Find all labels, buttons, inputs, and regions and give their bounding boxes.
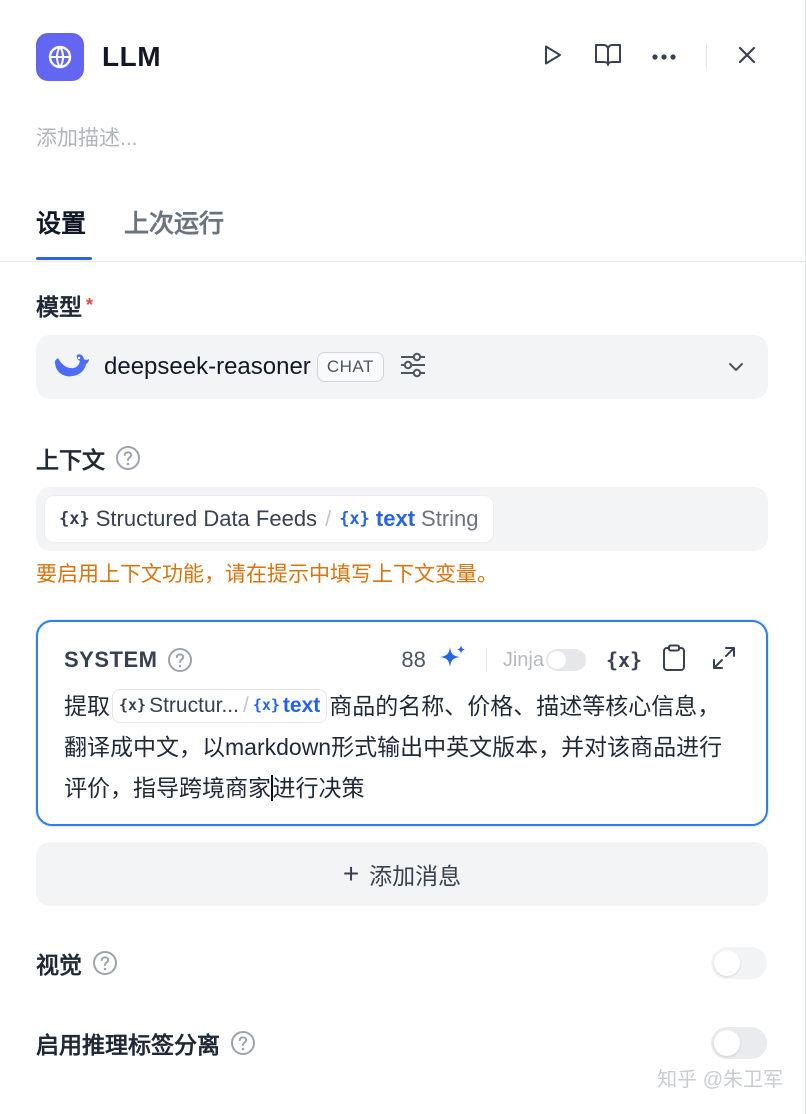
tab-last-run[interactable]: 上次运行: [124, 204, 224, 240]
header-divider: [706, 44, 707, 70]
vision-toggle[interactable]: [711, 947, 767, 979]
chip-variable-name: text: [282, 694, 321, 718]
sparkle-icon: [438, 643, 468, 678]
model-selector[interactable]: deepseek-reasoner CHAT: [36, 335, 768, 399]
prompt-text-before: 提取: [64, 693, 110, 719]
token-count: 88: [401, 647, 426, 672]
tab-settings[interactable]: 设置: [36, 204, 86, 240]
close-button[interactable]: [725, 35, 769, 79]
chip-separator: /: [325, 506, 332, 531]
more-button[interactable]: [642, 35, 686, 79]
system-prompt-text[interactable]: 提取 {x} Structur... / {x} text 商品的名称、价格、描述等核心信息…: [64, 686, 740, 809]
active-tab-indicator: [36, 257, 92, 260]
prompt-toolbar: 88 Jinja {x}: [401, 644, 740, 676]
chip-node-name: Structur...: [149, 694, 239, 718]
variable-icon: {x}: [605, 648, 643, 672]
more-icon: [651, 48, 677, 66]
variable-icon: {x}: [252, 696, 280, 715]
toolbar-divider: [485, 648, 487, 672]
expand-button[interactable]: [708, 644, 740, 676]
prompt-role-label: SYSTEM: [64, 647, 158, 672]
chip-node-name: Structured Data Feeds: [95, 506, 318, 531]
ai-generate-button[interactable]: [438, 643, 468, 678]
add-message-button[interactable]: + 添加消息: [36, 842, 768, 906]
required-mark: *: [86, 294, 94, 315]
help-icon[interactable]: [115, 445, 141, 471]
prompt-variable-chip[interactable]: {x} Structur... / {x} text: [112, 688, 328, 723]
model-params-button[interactable]: [398, 352, 428, 382]
insert-variable-button[interactable]: {x}: [605, 644, 643, 676]
docs-button[interactable]: [586, 35, 630, 79]
help-icon[interactable]: [230, 1030, 256, 1056]
model-mode-badge: CHAT: [316, 352, 384, 382]
run-button[interactable]: [530, 35, 574, 79]
model-label-row: 模型 *: [36, 288, 93, 322]
watermark: 知乎 @朱卫军: [657, 1069, 783, 1091]
header-actions: [530, 35, 769, 79]
node-title[interactable]: LLM: [102, 41, 161, 73]
context-label: 上下文: [36, 447, 105, 473]
reasoning-split-label: 启用推理标签分离: [36, 1032, 220, 1058]
jinja-label: Jinja: [502, 648, 544, 671]
model-label: 模型: [36, 294, 82, 320]
vision-label: 视觉: [36, 952, 82, 978]
context-label-row: 上下文: [36, 441, 141, 475]
clipboard-icon: [662, 644, 686, 677]
sliders-icon: [399, 352, 427, 383]
context-warning: 要启用上下文功能，请在提示中填写上下文变量。: [36, 563, 498, 586]
close-icon: [737, 45, 757, 70]
chip-variable-name: text: [375, 506, 416, 531]
variable-icon: {x}: [59, 509, 90, 529]
chip-separator: /: [242, 694, 249, 718]
description-input[interactable]: 添加描述...: [36, 122, 138, 152]
chip-variable-type: String: [421, 506, 479, 531]
llm-node-panel: LLM 添加描述... 设置 上次运行 模型 * deepseek-reason…: [0, 0, 806, 1114]
context-variable-chip[interactable]: {x} Structured Data Feeds / {x} text Str…: [44, 495, 494, 543]
model-name: deepseek-reasoner: [104, 353, 311, 380]
jinja-toggle[interactable]: [546, 649, 586, 671]
variable-icon: {x}: [119, 696, 147, 715]
add-message-label: 添加消息: [369, 863, 462, 889]
expand-icon: [711, 645, 737, 676]
chevron-down-icon: [724, 355, 748, 379]
play-icon: [540, 43, 564, 72]
book-icon: [594, 42, 622, 73]
tab-bar: 设置 上次运行: [0, 196, 805, 262]
plus-icon: +: [342, 858, 360, 889]
system-prompt-editor[interactable]: SYSTEM 88 Jinja {x} 提取 {x} Structur... /…: [36, 620, 768, 826]
prompt-text-after-cursor: 进行决策: [272, 775, 365, 801]
context-variable-field[interactable]: {x} Structured Data Feeds / {x} text Str…: [36, 487, 768, 551]
system-prompt-header: SYSTEM 88 Jinja {x}: [64, 644, 740, 676]
vision-row: 视觉: [36, 946, 767, 980]
variable-icon: {x}: [339, 509, 370, 529]
help-icon[interactable]: [167, 647, 193, 673]
reasoning-split-toggle[interactable]: [711, 1027, 767, 1059]
copy-button[interactable]: [658, 644, 690, 676]
panel-header: LLM: [36, 32, 769, 82]
reasoning-split-row: 启用推理标签分离: [36, 1026, 767, 1060]
deepseek-logo-icon: [52, 350, 90, 385]
text-cursor: [271, 774, 273, 801]
help-icon[interactable]: [92, 950, 118, 976]
llm-node-icon: [36, 33, 84, 81]
